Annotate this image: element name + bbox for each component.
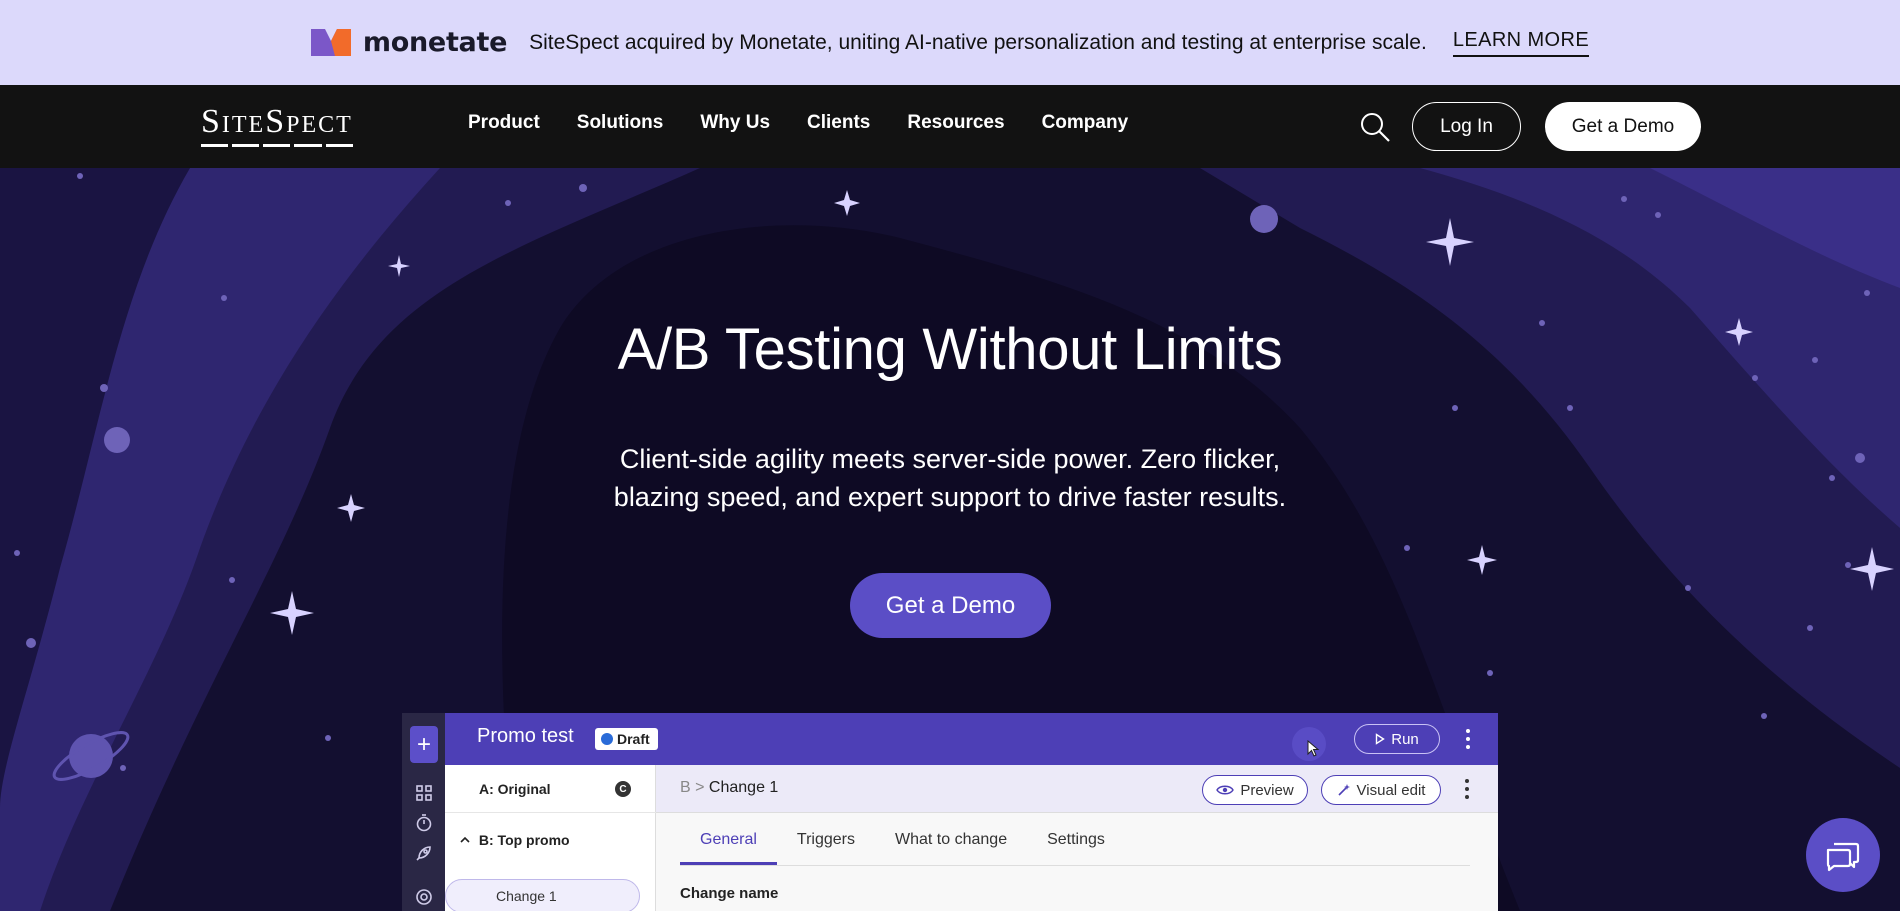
app-header: Promo test Draft Run: [445, 713, 1498, 765]
add-icon[interactable]: +: [410, 726, 438, 763]
tab-settings[interactable]: Settings: [1027, 831, 1125, 865]
app-side-rail: +: [402, 713, 445, 911]
breadcrumb-parent[interactable]: B: [680, 779, 691, 796]
change-editor: B > Change 1 Preview Visual edit General…: [656, 765, 1498, 911]
breadcrumb-current: Change 1: [708, 779, 779, 796]
logo-underline: [201, 144, 353, 147]
variant-b-row[interactable]: B: Top promo: [459, 832, 570, 848]
visual-edit-button-label: Visual edit: [1356, 781, 1426, 799]
announcement-text: SiteSpect acquired by Monetate, uniting …: [529, 30, 1427, 54]
hero-section: A/B Testing Without Limits Client-side a…: [0, 168, 1900, 911]
editor-more-icon[interactable]: [1464, 779, 1470, 799]
monetate-logo[interactable]: monetate: [310, 27, 508, 58]
nav-item-product[interactable]: Product: [468, 112, 540, 134]
hero-subtitle: Client-side agility meets server-side po…: [0, 440, 1900, 516]
monetate-wordmark: monetate: [362, 27, 508, 58]
tab-general[interactable]: General: [680, 831, 777, 865]
sitespect-logo-text: SiteSpect: [201, 103, 353, 140]
run-button-label: Run: [1391, 730, 1419, 748]
change-name-label: Change name: [680, 885, 779, 902]
hero-subtitle-line-1: Client-side agility meets server-side po…: [619, 444, 1281, 474]
nav-get-demo-button[interactable]: Get a Demo: [1545, 102, 1701, 151]
run-button[interactable]: Run: [1354, 724, 1440, 754]
control-badge: C: [615, 781, 631, 797]
status-dot-icon: [601, 733, 613, 745]
grid-icon[interactable]: [414, 783, 434, 803]
hero-subtitle-line-2: blazing speed, and expert support to dri…: [613, 482, 1287, 512]
variant-a-row[interactable]: A: Original C: [445, 765, 656, 813]
monetate-logo-icon: [310, 29, 351, 56]
play-icon: [1376, 733, 1386, 745]
change-list-item[interactable]: Change 1: [445, 879, 640, 911]
main-nav: SiteSpect Product Solutions Why Us Clien…: [0, 85, 1900, 168]
chat-bubbles-icon: [1826, 842, 1860, 872]
preview-button[interactable]: Preview: [1202, 775, 1308, 805]
mouse-pointer-icon: [1307, 740, 1320, 757]
header-more-icon[interactable]: [1465, 729, 1471, 749]
visual-edit-button[interactable]: Visual edit: [1321, 775, 1441, 805]
learn-more-link[interactable]: LEARN MORE: [1452, 29, 1590, 57]
magic-wand-icon: [1337, 784, 1350, 796]
search-icon[interactable]: [1358, 110, 1392, 144]
tab-what-to-change[interactable]: What to change: [875, 831, 1027, 865]
variant-list: A: Original C B: Top promo Change 1: [445, 765, 656, 911]
editor-toolbar: B > Change 1 Preview Visual edit: [656, 765, 1498, 813]
stopwatch-icon[interactable]: [414, 813, 434, 833]
announcement-bar: monetate SiteSpect acquired by Monetate,…: [0, 0, 1900, 85]
hero-get-demo-button[interactable]: Get a Demo: [850, 573, 1051, 638]
chat-widget-button[interactable]: [1806, 818, 1880, 892]
breadcrumb: B > Change 1: [680, 779, 778, 797]
nav-menu: Product Solutions Why Us Clients Resourc…: [468, 112, 1165, 134]
nav-item-resources[interactable]: Resources: [907, 112, 1004, 134]
preview-button-label: Preview: [1240, 781, 1294, 799]
login-button[interactable]: Log In: [1412, 102, 1521, 151]
chevron-up-icon: [460, 836, 470, 843]
eye-icon: [1216, 785, 1235, 795]
product-app-mockup: + Promo test Draft Run A: Original C B: …: [402, 713, 1498, 911]
rocket-icon[interactable]: [414, 843, 434, 863]
status-badge-label: Draft: [617, 731, 650, 747]
sitespect-logo[interactable]: SiteSpect: [201, 103, 353, 147]
breadcrumb-separator: >: [695, 779, 705, 796]
tab-divider: [680, 865, 1470, 866]
variant-a-label: A: Original: [479, 781, 551, 797]
tab-triggers[interactable]: Triggers: [777, 831, 875, 865]
nav-item-clients[interactable]: Clients: [807, 112, 870, 134]
editor-tabs: General Triggers What to change Settings: [680, 831, 1125, 865]
target-icon[interactable]: [414, 887, 434, 907]
status-badge: Draft: [595, 728, 658, 750]
hero-title: A/B Testing Without Limits: [617, 317, 1283, 382]
variant-b-label: B: Top promo: [478, 832, 570, 848]
nav-item-solutions[interactable]: Solutions: [577, 112, 664, 134]
test-name: Promo test: [477, 725, 574, 747]
nav-item-company[interactable]: Company: [1042, 112, 1129, 134]
nav-item-why-us[interactable]: Why Us: [700, 112, 770, 134]
